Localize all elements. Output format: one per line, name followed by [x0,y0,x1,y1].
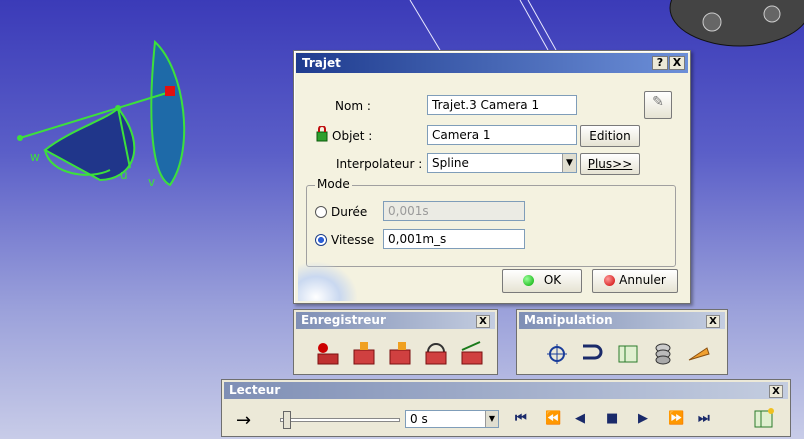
enregistreur-toolbar: Enregistreur X [293,309,498,375]
vitesse-radio[interactable] [315,234,327,246]
lecteur-titlebar[interactable]: Lecteur X [224,382,788,399]
chevron-down-icon[interactable]: ▼ [562,154,576,172]
manipulation-close-button[interactable]: X [706,315,720,328]
mode-group: Mode Durée 0,001s Vitesse 0,001m_s [306,177,676,267]
ok-icon [522,275,534,286]
close-button[interactable]: X [669,56,685,70]
step-forward-icon[interactable]: ⏩ [668,411,684,426]
dialog-titlebar[interactable]: Trajet ? X [296,53,688,73]
hand-icon[interactable] [685,340,713,366]
player-settings-icon[interactable] [752,406,776,430]
lecteur-close-button[interactable]: X [769,385,783,398]
plus-button[interactable]: Plus>> [580,153,640,175]
time-value: 0 s [410,412,428,426]
interp-label: Interpolateur : [336,157,423,171]
vitesse-input[interactable]: 0,001m_s [383,229,525,249]
table-icon[interactable] [613,340,641,366]
enregistreur-title: Enregistreur [301,313,386,327]
pin-icon-button[interactable]: ✎ [644,91,672,119]
axis-v-label: v [148,175,156,189]
lecteur-toolbar: Lecteur X → 0 s ▼ ⏮ ⏪ ◀ ■ ▶ ⏩ ⏭ [221,379,791,437]
vitesse-label: Vitesse [331,233,375,247]
time-slider[interactable] [280,411,400,429]
interp-value: Spline [432,156,469,170]
ok-label: OK [543,273,562,287]
animate-frame-icon[interactable] [458,340,486,366]
edition-button[interactable]: Edition [580,125,640,147]
dialog-title: Trajet [302,56,341,70]
trajet-dialog: Trajet ? X Nom : Trajet.3 Camera 1 ✎ Obj… [293,50,691,304]
annuler-button[interactable]: Annuler [592,269,678,293]
snap-icon[interactable] [577,340,605,366]
objet-label: Objet : [332,129,373,143]
nom-label: Nom : [335,99,371,113]
mode-label: Mode [315,177,352,191]
chevron-down-icon[interactable]: ▼ [485,411,498,427]
slider-thumb[interactable] [283,411,291,429]
enregistreur-close-button[interactable]: X [476,315,490,328]
move-axis-icon[interactable] [541,340,569,366]
loop-frame-icon[interactable] [422,340,450,366]
stack-icon[interactable] [649,340,677,366]
duree-label: Durée [331,205,368,219]
arrow-right-icon[interactable]: → [236,410,251,431]
manipulation-titlebar[interactable]: Manipulation X [519,312,725,329]
help-button[interactable]: ? [652,56,668,70]
duree-radio[interactable] [315,206,327,218]
enregistreur-titlebar[interactable]: Enregistreur X [296,312,495,329]
manipulation-title: Manipulation [524,313,613,327]
axis-u-label: u [120,168,128,182]
annuler-label: Annuler [619,273,666,287]
lecteur-title: Lecteur [229,383,281,397]
step-back-icon[interactable]: ⏪ [545,411,561,426]
record-icon[interactable] [314,340,342,366]
modify-frame-icon[interactable] [386,340,414,366]
skip-to-end-icon[interactable]: ⏭ [698,411,710,426]
duree-input[interactable]: 0,001s [383,201,525,221]
nom-input[interactable]: Trajet.3 Camera 1 [427,95,577,115]
add-frame-icon[interactable] [350,340,378,366]
stop-icon[interactable]: ■ [606,411,618,426]
time-select[interactable]: 0 s ▼ [405,410,499,428]
skip-to-start-icon[interactable]: ⏮ [515,411,527,426]
camera-marker [165,86,175,96]
play-forward-icon[interactable]: ▶ [638,411,648,426]
ok-button[interactable]: OK [502,269,582,293]
lock-icon[interactable] [316,125,328,142]
pin-icon: ✎ [652,94,664,110]
play-backward-icon[interactable]: ◀ [575,411,585,426]
interp-select[interactable]: Spline ▼ [427,153,577,173]
cancel-icon [604,275,616,286]
manipulation-toolbar: Manipulation X [516,309,728,375]
sun-decoration [298,261,358,301]
axis-w-label: w [30,150,40,164]
objet-input[interactable]: Camera 1 [427,125,577,145]
